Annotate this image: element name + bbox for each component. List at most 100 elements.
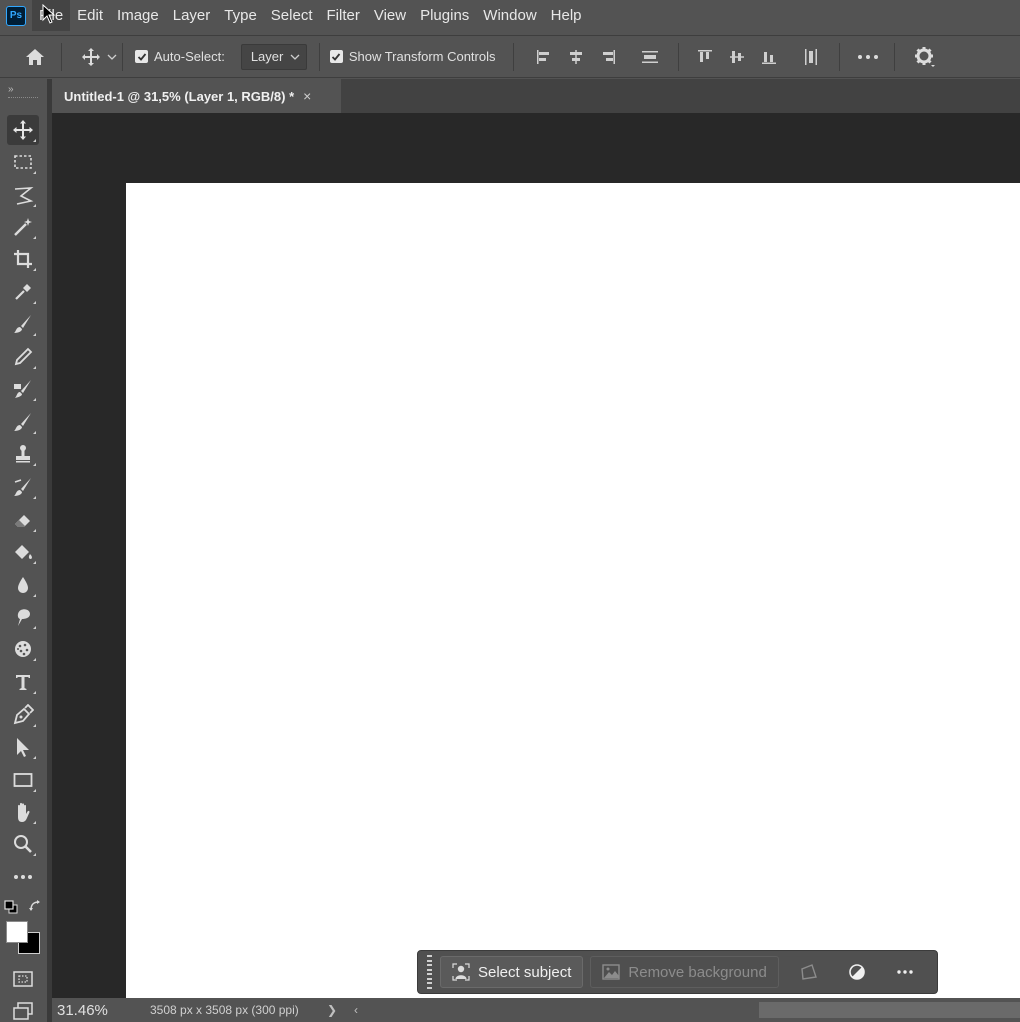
paint-bucket-icon bbox=[15, 545, 32, 559]
hand-tool[interactable] bbox=[7, 797, 39, 827]
document-canvas[interactable] bbox=[126, 183, 1020, 998]
home-icon bbox=[26, 48, 44, 65]
blur-tool[interactable] bbox=[7, 570, 39, 600]
sponge-tool[interactable] bbox=[7, 634, 39, 664]
pen-icon bbox=[13, 704, 34, 725]
align-vertical-center-button[interactable] bbox=[721, 41, 753, 73]
menu-filter[interactable]: Filter bbox=[320, 0, 367, 31]
path-selection-tool[interactable] bbox=[7, 732, 39, 762]
toolbar-expand-toggle[interactable]: » bbox=[0, 79, 47, 99]
auto-select-option[interactable]: Auto-Select: bbox=[135, 49, 225, 64]
taskbar-drag-handle[interactable] bbox=[422, 955, 436, 989]
gear-icon bbox=[914, 46, 935, 67]
show-transform-controls-option[interactable]: Show Transform Controls bbox=[329, 49, 496, 64]
menu-image[interactable]: Image bbox=[110, 0, 166, 31]
align-bottom-button[interactable] bbox=[753, 41, 785, 73]
align-horizontal-center-button[interactable] bbox=[560, 41, 592, 73]
chevron-down-icon bbox=[107, 54, 117, 60]
select-subject-button[interactable]: Select subject bbox=[440, 956, 584, 988]
contextual-task-bar: Select subject Remove background bbox=[417, 950, 938, 994]
status-info-menu-button[interactable]: ❯ bbox=[320, 1003, 344, 1017]
distribute-horizontal-button[interactable] bbox=[795, 41, 827, 73]
menu-type[interactable]: Type bbox=[217, 0, 264, 31]
document-tab[interactable]: Untitled-1 @ 31,5% (Layer 1, RGB/8) * × bbox=[52, 79, 341, 113]
menu-view[interactable]: View bbox=[367, 0, 413, 31]
auto-select-checkbox[interactable] bbox=[135, 50, 148, 63]
rectangular-marquee-icon bbox=[14, 155, 32, 169]
align-center-icon bbox=[569, 49, 582, 64]
transform-button[interactable] bbox=[789, 956, 829, 988]
crop-tool[interactable] bbox=[7, 244, 39, 274]
crop-icon bbox=[14, 250, 32, 268]
smudge-icon bbox=[17, 609, 30, 626]
remove-background-button[interactable]: Remove background bbox=[590, 956, 779, 988]
pencil-tool[interactable] bbox=[7, 342, 39, 372]
distribute-icon bbox=[641, 50, 658, 63]
move-tool-preset-button[interactable] bbox=[78, 41, 104, 73]
zoom-level[interactable]: 31.46% bbox=[57, 1002, 137, 1019]
select-subject-icon bbox=[452, 963, 470, 981]
menu-select[interactable]: Select bbox=[264, 0, 320, 31]
foreground-color-swatch[interactable] bbox=[6, 921, 28, 943]
menu-plugins[interactable]: Plugins bbox=[413, 0, 476, 31]
smudge-tool[interactable] bbox=[7, 602, 39, 632]
auto-select-target-dropdown[interactable]: Layer bbox=[240, 43, 307, 70]
show-transform-checkbox[interactable] bbox=[329, 50, 343, 63]
scroll-left-button[interactable]: ‹ bbox=[344, 1003, 368, 1017]
lasso-tool[interactable] bbox=[7, 180, 39, 210]
adjustment-circle-icon bbox=[849, 964, 865, 980]
eyedropper-tool[interactable] bbox=[7, 277, 39, 307]
move-icon bbox=[82, 47, 100, 66]
mixer-brush-tool[interactable] bbox=[7, 374, 39, 404]
rectangle-icon bbox=[13, 773, 33, 787]
default-colors-button[interactable] bbox=[4, 900, 18, 914]
toolbar-grip[interactable] bbox=[8, 97, 38, 100]
paint-bucket-tool[interactable] bbox=[7, 537, 39, 567]
photoshop-logo[interactable]: Ps bbox=[6, 5, 26, 26]
align-right-icon bbox=[602, 49, 615, 64]
more-tools-icon bbox=[14, 875, 32, 879]
options-bar: Auto-Select: Layer Show Transform Contro… bbox=[0, 35, 1020, 78]
taskbar-more-button[interactable] bbox=[885, 956, 925, 988]
zoom-tool[interactable] bbox=[7, 829, 39, 859]
mouse-cursor-icon bbox=[42, 4, 56, 24]
horizontal-scrollbar-thumb[interactable] bbox=[759, 1002, 1020, 1018]
align-left-button[interactable] bbox=[528, 41, 560, 73]
align-top-icon bbox=[697, 49, 712, 62]
quick-mask-button[interactable] bbox=[7, 964, 39, 994]
rectangle-tool[interactable] bbox=[7, 765, 39, 795]
settings-button[interactable] bbox=[909, 41, 941, 73]
auto-select-target-value: Layer bbox=[250, 49, 284, 64]
home-button[interactable] bbox=[19, 41, 51, 73]
align-top-button[interactable] bbox=[689, 41, 721, 73]
distribute-vertical-button[interactable] bbox=[634, 41, 666, 73]
move-tool[interactable] bbox=[7, 115, 39, 145]
more-options-button[interactable] bbox=[852, 41, 884, 73]
screen-mode-button[interactable] bbox=[7, 996, 39, 1022]
adjustment-button[interactable] bbox=[837, 956, 877, 988]
pen-tool[interactable] bbox=[7, 700, 39, 730]
menu-edit[interactable]: Edit bbox=[70, 0, 110, 31]
brush-icon bbox=[14, 315, 31, 333]
menu-window[interactable]: Window bbox=[476, 0, 543, 31]
eraser-tool[interactable] bbox=[7, 505, 39, 535]
type-tool[interactable] bbox=[7, 667, 39, 697]
menu-bar: Ps File Edit Image Layer Type Select Fil… bbox=[0, 0, 1020, 31]
art-history-brush-tool[interactable] bbox=[7, 472, 39, 502]
menu-layer[interactable]: Layer bbox=[166, 0, 218, 31]
mixer-brush-icon bbox=[14, 380, 31, 398]
history-brush-tool[interactable] bbox=[7, 407, 39, 437]
swap-colors-button[interactable] bbox=[28, 899, 42, 913]
brush-tool[interactable] bbox=[7, 309, 39, 339]
blur-icon bbox=[18, 577, 28, 593]
edit-toolbar-button[interactable] bbox=[7, 862, 39, 892]
align-right-button[interactable] bbox=[592, 41, 624, 73]
close-tab-icon[interactable]: × bbox=[303, 88, 311, 104]
chevron-down-icon bbox=[290, 54, 300, 60]
quick-mask-icon bbox=[13, 971, 33, 987]
clone-stamp-tool[interactable] bbox=[7, 439, 39, 469]
magic-wand-tool[interactable] bbox=[7, 212, 39, 242]
menu-help[interactable]: Help bbox=[544, 0, 589, 31]
tool-preset-dropdown[interactable] bbox=[104, 41, 120, 73]
marquee-tool[interactable] bbox=[7, 147, 39, 177]
